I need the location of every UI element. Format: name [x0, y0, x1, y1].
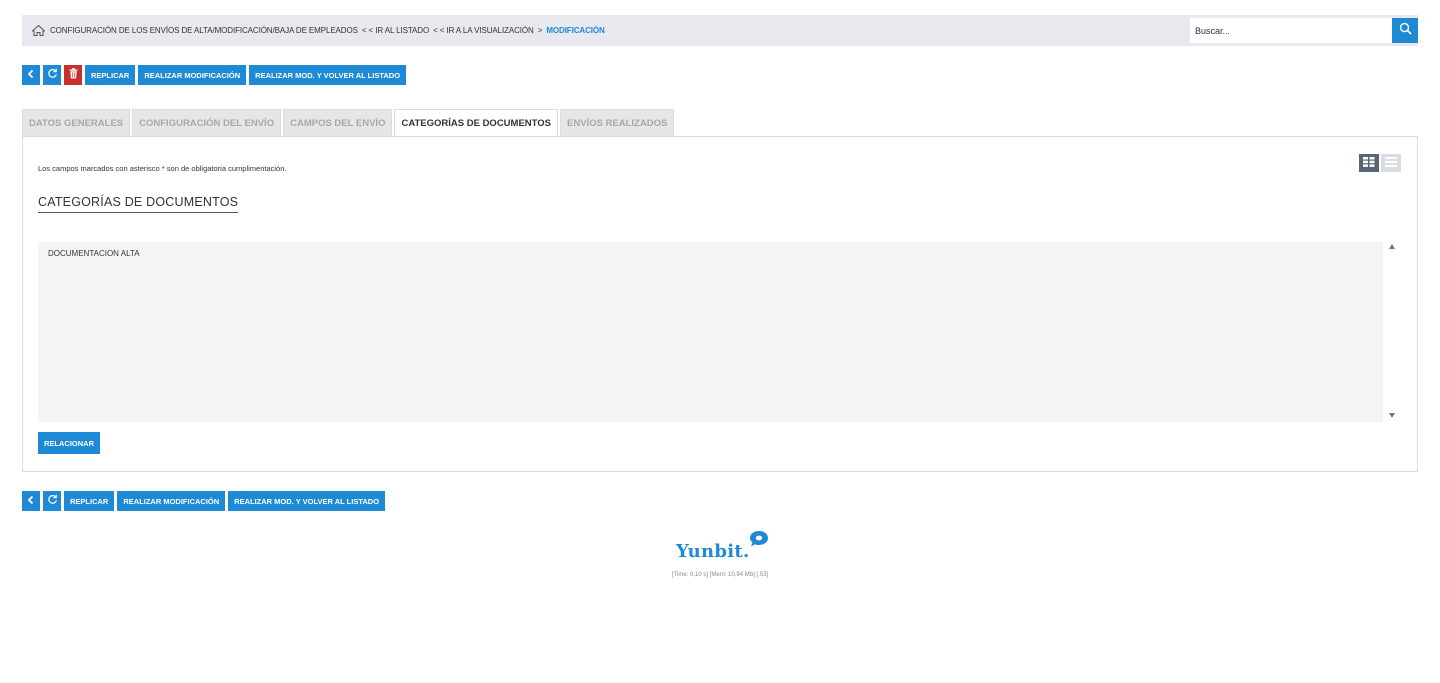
scroll-down-arrow[interactable]: [1389, 413, 1395, 418]
tab-document-categories[interactable]: CATEGORÍAS DE DOCUMENTOS: [394, 109, 559, 137]
modify-button[interactable]: REALIZAR MODIFICACIÓN: [138, 65, 247, 85]
section-title: CATEGORÍAS DE DOCUMENTOS: [38, 195, 239, 213]
chevron-left-icon: [27, 492, 35, 510]
tab-sent-shipments[interactable]: ENVÍOS REALIZADOS: [560, 109, 675, 136]
chevron-left-icon: [27, 66, 35, 84]
grid-view-icon: [1363, 154, 1375, 172]
trash-icon: [69, 66, 78, 84]
chat-bubble-icon: [749, 530, 769, 553]
breadcrumb-current: MODIFICACIÓN: [546, 26, 605, 35]
refresh-button[interactable]: [43, 65, 61, 85]
yunbit-logo: Yunbit.: [676, 530, 769, 562]
tab-general-data[interactable]: DATOS GENERALES: [22, 109, 131, 136]
modify-and-return-button[interactable]: REALIZAR MOD. Y VOLVER AL LISTADO: [228, 491, 386, 511]
search-button[interactable]: [1392, 18, 1418, 43]
grid-view-button[interactable]: [1359, 154, 1379, 172]
list-view-button[interactable]: [1381, 154, 1401, 172]
replicate-button[interactable]: REPLICAR: [64, 491, 115, 511]
back-button[interactable]: [22, 491, 40, 511]
top-bar: CONFIGURACIÓN DE LOS ENVÍOS DE ALTA/MODI…: [22, 15, 1418, 46]
tab-bar: DATOS GENERALES CONFIGURACIÓN DEL ENVÍO …: [22, 109, 675, 137]
scroll-up-arrow[interactable]: [1389, 244, 1395, 249]
delete-button[interactable]: [64, 65, 82, 85]
list-item[interactable]: DOCUMENTACION ALTA: [38, 242, 1383, 265]
performance-stats: [Time: 0,10 s] [Mem: 10,94 Mb] [.53]: [671, 572, 769, 578]
tab-shipment-fields[interactable]: CAMPOS DEL ENVÍO: [283, 109, 393, 136]
relate-button[interactable]: RELACIONAR: [38, 432, 100, 454]
logo-text: Yunbit.: [676, 541, 750, 562]
search-input[interactable]: [1190, 18, 1392, 43]
required-fields-note: Los campos marcados con asterisco * son …: [38, 164, 287, 173]
replicate-button[interactable]: REPLICAR: [85, 65, 136, 85]
modify-and-return-button[interactable]: REALIZAR MOD. Y VOLVER AL LISTADO: [249, 65, 407, 85]
top-toolbar: REPLICAR REALIZAR MODIFICACIÓN REALIZAR …: [22, 65, 407, 85]
breadcrumb: CONFIGURACIÓN DE LOS ENVÍOS DE ALTA/MODI…: [50, 26, 605, 35]
view-toggle: [1359, 154, 1401, 172]
search-icon: [1399, 22, 1412, 40]
breadcrumb-root[interactable]: CONFIGURACIÓN DE LOS ENVÍOS DE ALTA/MODI…: [50, 26, 358, 35]
tab-shipment-config[interactable]: CONFIGURACIÓN DEL ENVÍO: [132, 109, 282, 136]
breadcrumb-separator: >: [537, 26, 543, 35]
breadcrumb-go-to-list[interactable]: < < IR AL LISTADO: [362, 26, 429, 35]
modify-button[interactable]: REALIZAR MODIFICACIÓN: [117, 491, 226, 511]
back-button[interactable]: [22, 65, 40, 85]
breadcrumb-go-to-view[interactable]: < < IR A LA VISUALIZACIÓN: [433, 26, 534, 35]
refresh-button[interactable]: [43, 491, 61, 511]
bottom-toolbar: REPLICAR REALIZAR MODIFICACIÓN REALIZAR …: [22, 491, 386, 511]
refresh-icon: [47, 492, 58, 510]
home-icon[interactable]: [31, 24, 45, 38]
document-categories-list[interactable]: DOCUMENTACION ALTA: [38, 242, 1383, 422]
list-view-icon: [1385, 154, 1397, 172]
search-box: [1190, 18, 1418, 43]
tab-panel: Los campos marcados con asterisco * son …: [22, 136, 1418, 472]
refresh-icon: [47, 66, 58, 84]
